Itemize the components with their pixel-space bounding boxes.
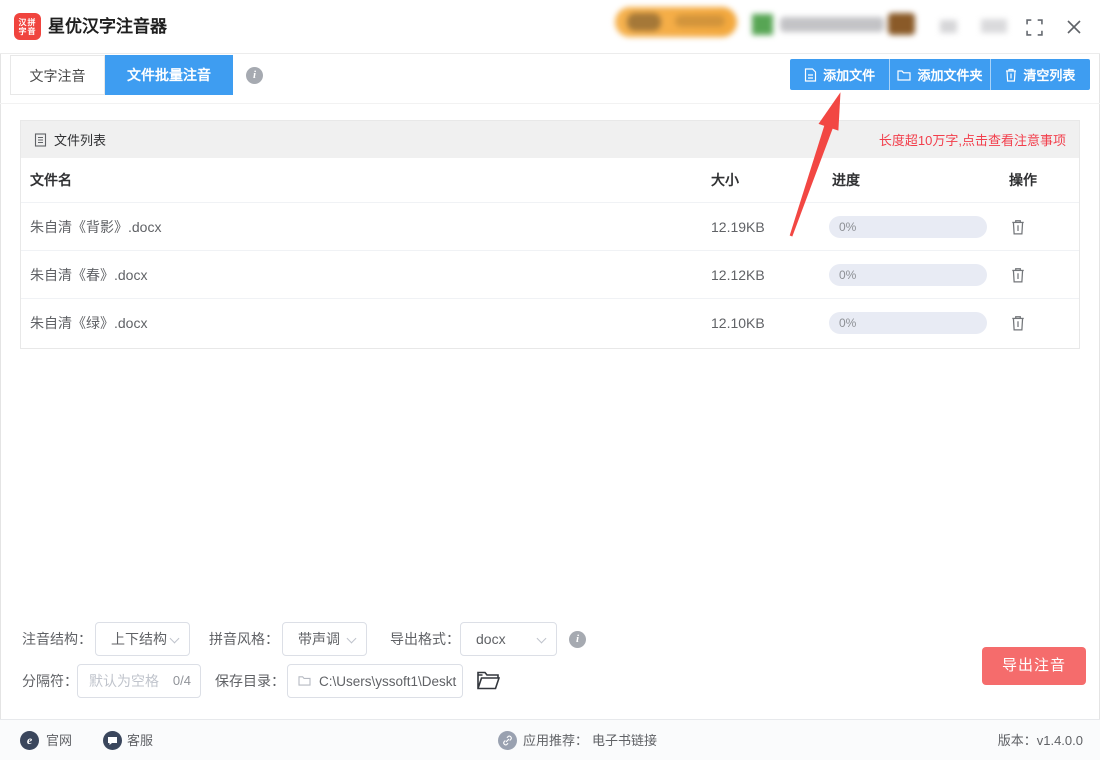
delete-file-button[interactable] bbox=[1009, 218, 1027, 236]
save-dir-input[interactable] bbox=[319, 665, 457, 697]
table-row: 朱自清《背影》.docx 12.19KB 0% bbox=[21, 203, 1079, 251]
table-row: 朱自清《绿》.docx 12.10KB 0% bbox=[21, 299, 1079, 347]
trash-icon bbox=[1011, 219, 1025, 235]
export-annotation-button[interactable]: 导出注音 bbox=[982, 647, 1086, 685]
progress-label: 0% bbox=[839, 312, 856, 334]
file-actions-toolbar: 添加文件 添加文件夹 清空列表 bbox=[790, 59, 1090, 90]
table-row: 朱自清《春》.docx 12.12KB 0% bbox=[21, 251, 1079, 299]
blurred-item-small-1 bbox=[940, 20, 957, 33]
pinyin-style-select[interactable]: 带声调 bbox=[282, 622, 367, 656]
app-logo-text-1: 汉拼 bbox=[19, 18, 37, 27]
separator-counter: 0/4 bbox=[173, 665, 191, 697]
version-label: 版本：v1.4.0.0 bbox=[998, 720, 1083, 761]
browse-folder-button[interactable] bbox=[475, 668, 501, 692]
clear-list-label: 清空列表 bbox=[1023, 65, 1075, 84]
support-link[interactable]: 客服 bbox=[127, 720, 153, 761]
column-size: 大小 bbox=[711, 158, 739, 203]
recommend-label: 应用推荐： bbox=[523, 720, 588, 761]
official-site-link[interactable]: 官网 bbox=[46, 720, 72, 761]
export-format-select[interactable]: docx bbox=[460, 622, 557, 656]
export-format-value: docx bbox=[476, 631, 506, 647]
app-logo-text-2: 字音 bbox=[19, 27, 37, 36]
recommend-link[interactable]: 电子书链接 bbox=[592, 720, 657, 761]
support-chat-icon[interactable] bbox=[103, 731, 122, 750]
official-site-icon[interactable]: e bbox=[20, 731, 39, 750]
file-size: 12.12KB bbox=[711, 251, 765, 299]
save-dir-label: 保存目录： bbox=[215, 664, 285, 698]
separator-label: 分隔符： bbox=[22, 664, 78, 698]
column-progress: 进度 bbox=[832, 158, 860, 203]
folder-open-icon bbox=[476, 670, 500, 691]
blurred-item-small-2 bbox=[981, 19, 1007, 33]
file-list-panel: 文件列表 长度超10万字,点击查看注意事项 文件名 大小 进度 操作 朱自清《背… bbox=[20, 120, 1080, 349]
separator-inputbox: 0/4 bbox=[77, 664, 201, 698]
file-icon bbox=[804, 68, 817, 82]
blurred-account-pill[interactable] bbox=[615, 7, 737, 37]
trash-icon bbox=[1005, 68, 1017, 82]
format-info-icon[interactable]: i bbox=[569, 631, 586, 648]
title-bar: 汉拼 字音 星优汉字注音器 bbox=[0, 0, 1100, 54]
file-size: 12.19KB bbox=[711, 203, 765, 251]
structure-label: 注音结构： bbox=[22, 622, 92, 656]
save-dir-inputbox bbox=[287, 664, 463, 698]
column-action: 操作 bbox=[1009, 158, 1037, 203]
add-folder-button[interactable]: 添加文件夹 bbox=[889, 59, 989, 90]
length-notice-link[interactable]: 长度超10万字,点击查看注意事项 bbox=[879, 130, 1066, 149]
tabs-info-icon[interactable]: i bbox=[246, 67, 263, 84]
chat-bubble-icon bbox=[107, 736, 118, 746]
file-list-title: 文件列表 bbox=[54, 130, 106, 149]
maximize-button[interactable] bbox=[1023, 16, 1045, 38]
table-header: 文件名 大小 进度 操作 bbox=[21, 158, 1079, 203]
file-name: 朱自清《背影》.docx bbox=[30, 203, 161, 251]
structure-select[interactable]: 上下结构 bbox=[95, 622, 190, 656]
link-icon bbox=[501, 734, 514, 747]
delete-file-button[interactable] bbox=[1009, 314, 1027, 332]
structure-value: 上下结构 bbox=[111, 631, 167, 647]
maximize-icon bbox=[1026, 19, 1043, 36]
file-name: 朱自清《绿》.docx bbox=[30, 299, 147, 347]
close-button[interactable] bbox=[1063, 16, 1085, 38]
app-logo-icon: 汉拼 字音 bbox=[14, 13, 41, 40]
close-icon bbox=[1066, 19, 1082, 35]
e-glyph: e bbox=[27, 731, 32, 750]
tab-batch-file-annotation[interactable]: 文件批量注音 bbox=[105, 55, 233, 95]
file-name: 朱自清《春》.docx bbox=[30, 251, 147, 299]
tab-text-annotation[interactable]: 文字注音 bbox=[10, 55, 105, 95]
column-filename: 文件名 bbox=[30, 158, 72, 203]
chevron-down-icon bbox=[347, 634, 357, 644]
separator-input[interactable] bbox=[89, 665, 164, 697]
export-format-label: 导出格式： bbox=[390, 622, 460, 656]
progress-bar: 0% bbox=[829, 216, 987, 238]
recommend-link-icon bbox=[498, 731, 517, 750]
delete-file-button[interactable] bbox=[1009, 266, 1027, 284]
add-file-label: 添加文件 bbox=[823, 65, 875, 84]
trash-icon bbox=[1011, 267, 1025, 283]
chevron-down-icon bbox=[537, 634, 547, 644]
file-list-header: 文件列表 长度超10万字,点击查看注意事项 bbox=[21, 121, 1079, 158]
add-file-button[interactable]: 添加文件 bbox=[790, 59, 889, 90]
progress-bar: 0% bbox=[829, 264, 987, 286]
footer: e 官网 客服 应用推荐： 电子书链接 版本：v1.4.0.0 bbox=[0, 719, 1100, 760]
progress-label: 0% bbox=[839, 216, 856, 238]
trash-icon bbox=[1011, 315, 1025, 331]
pinyin-style-value: 带声调 bbox=[298, 631, 340, 647]
clear-list-button[interactable]: 清空列表 bbox=[990, 59, 1090, 90]
section-divider bbox=[0, 103, 1100, 104]
add-folder-label: 添加文件夹 bbox=[917, 65, 982, 84]
blurred-user-info[interactable] bbox=[752, 12, 920, 36]
chevron-down-icon bbox=[170, 634, 180, 644]
pinyin-style-label: 拼音风格： bbox=[209, 622, 279, 656]
progress-bar: 0% bbox=[829, 312, 987, 334]
progress-label: 0% bbox=[839, 264, 856, 286]
list-icon bbox=[34, 133, 47, 147]
folder-icon bbox=[298, 675, 311, 686]
file-size: 12.10KB bbox=[711, 299, 765, 347]
app-title: 星优汉字注音器 bbox=[48, 0, 167, 54]
folder-icon bbox=[897, 69, 911, 81]
